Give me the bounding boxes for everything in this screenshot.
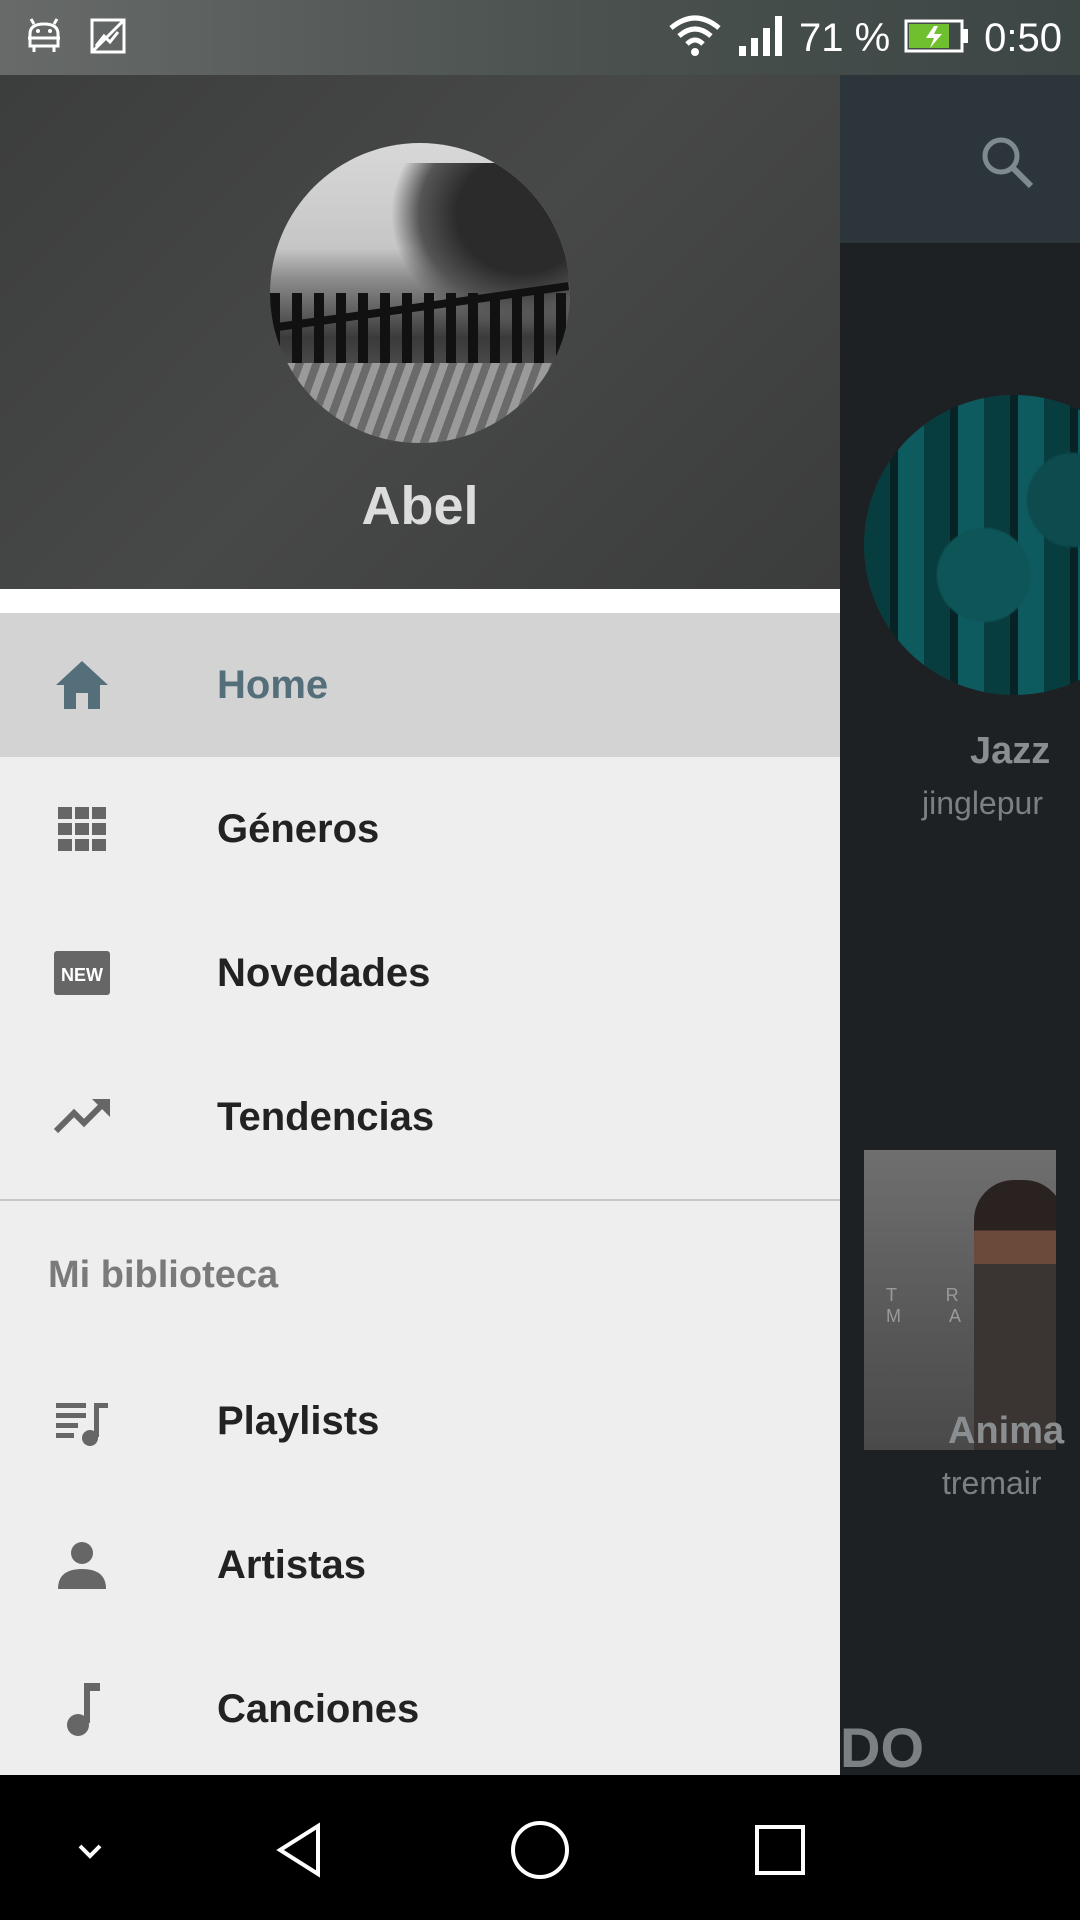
nav-list: Home Géneros NEW Novedades Tendencias bbox=[0, 613, 840, 1189]
system-nav-bar bbox=[0, 1775, 1080, 1920]
navigation-drawer: Abel Home Géneros NEW Novedades Tendenci… bbox=[0, 75, 840, 1775]
nav-item-label: Canciones bbox=[217, 1686, 420, 1731]
avatar[interactable] bbox=[270, 143, 570, 443]
library-list: Playlists Artistas Canciones bbox=[0, 1349, 840, 1775]
battery-icon bbox=[904, 18, 970, 59]
image-icon bbox=[88, 16, 128, 61]
nav-item-playlists[interactable]: Playlists bbox=[0, 1349, 840, 1493]
wifi-icon bbox=[667, 14, 723, 63]
album-art-jazz[interactable] bbox=[864, 395, 1080, 695]
card-title: Jazz bbox=[970, 730, 1051, 772]
back-button[interactable] bbox=[255, 1805, 345, 1895]
nav-item-label: Home bbox=[217, 662, 329, 707]
section-heading: DO bbox=[840, 1716, 924, 1779]
home-button[interactable] bbox=[495, 1805, 585, 1895]
trending-icon bbox=[52, 1087, 112, 1147]
search-icon[interactable] bbox=[975, 130, 1039, 194]
nav-item-novedades[interactable]: NEW Novedades bbox=[0, 901, 840, 1045]
recents-button[interactable] bbox=[735, 1805, 825, 1895]
new-badge-icon: NEW bbox=[52, 943, 112, 1003]
nav-item-label: Artistas bbox=[217, 1542, 366, 1587]
nav-item-canciones[interactable]: Canciones bbox=[0, 1637, 840, 1775]
nav-item-label: Géneros bbox=[217, 806, 380, 851]
clock: 0:50 bbox=[984, 15, 1062, 60]
music-note-icon bbox=[52, 1679, 112, 1739]
drawer-header: Abel bbox=[0, 75, 840, 589]
nav-item-label: Novedades bbox=[217, 950, 431, 995]
signal-icon bbox=[737, 14, 785, 63]
nav-item-generos[interactable]: Géneros bbox=[0, 757, 840, 901]
playlist-icon bbox=[52, 1391, 112, 1451]
nav-item-label: Tendencias bbox=[217, 1094, 435, 1139]
battery-percent: 71 % bbox=[798, 15, 891, 60]
album-art-anima[interactable]: T R E M A bbox=[864, 1150, 1056, 1450]
nav-item-label: Playlists bbox=[217, 1398, 380, 1443]
screen: 71 % 0:50 Jazz jinglepur T R E M A Anima… bbox=[0, 0, 1080, 1920]
card-subtitle: jinglepur bbox=[922, 785, 1043, 821]
hide-nav-button[interactable] bbox=[45, 1805, 135, 1895]
nav-item-artistas[interactable]: Artistas bbox=[0, 1493, 840, 1637]
svg-text:NEW: NEW bbox=[61, 965, 103, 985]
user-name: Abel bbox=[361, 476, 479, 536]
library-header: Mi biblioteca bbox=[48, 1253, 279, 1296]
status-bar: 71 % 0:50 bbox=[0, 0, 1080, 75]
android-icon bbox=[24, 16, 64, 61]
home-icon bbox=[52, 655, 112, 715]
nav-item-home[interactable]: Home bbox=[0, 613, 840, 757]
nav-item-tendencias[interactable]: Tendencias bbox=[0, 1045, 840, 1189]
card-title: Anima bbox=[948, 1410, 1065, 1452]
card-subtitle: tremair bbox=[942, 1465, 1042, 1501]
person-icon bbox=[52, 1535, 112, 1595]
grid-icon bbox=[52, 799, 112, 859]
